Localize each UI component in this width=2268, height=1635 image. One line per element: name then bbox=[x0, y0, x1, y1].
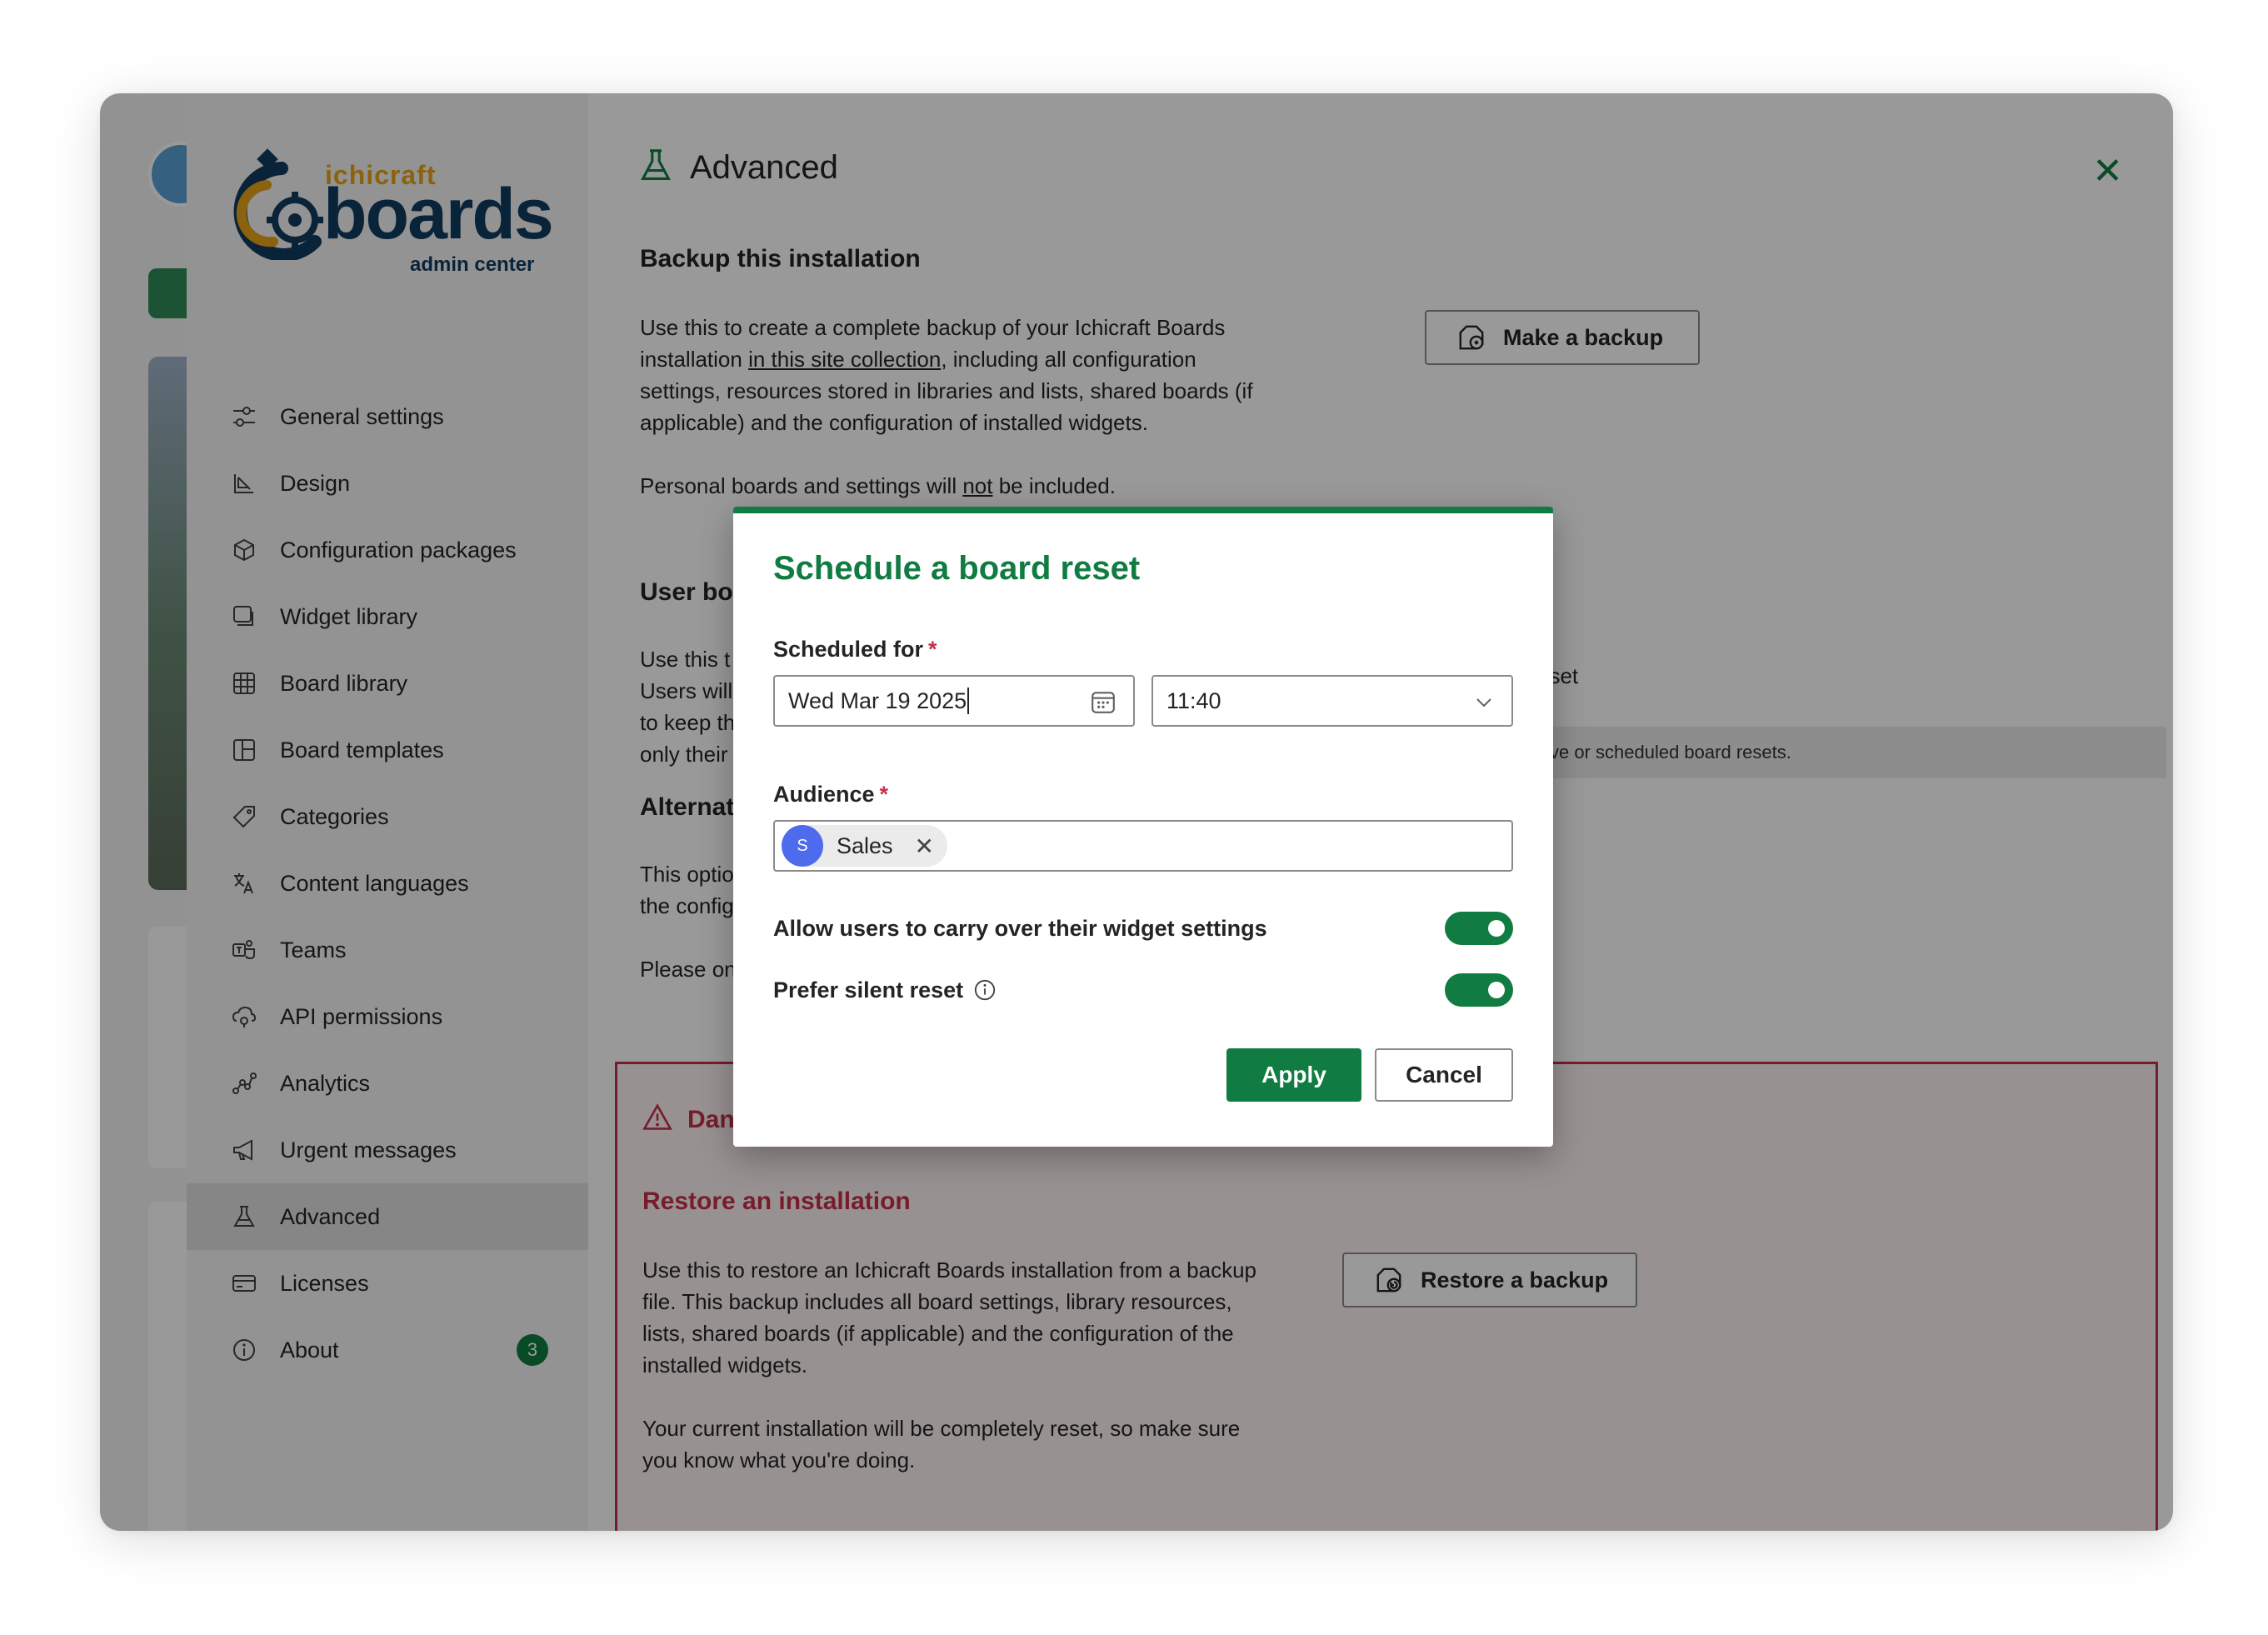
chip-name: Sales bbox=[837, 832, 893, 858]
carry-over-row: Allow users to carry over their widget s… bbox=[773, 910, 1513, 947]
calendar-icon[interactable] bbox=[1090, 688, 1117, 715]
scheduled-for-label: Scheduled for * bbox=[773, 637, 937, 662]
scheduled-for-text: Scheduled for bbox=[773, 637, 924, 662]
toggle-knob bbox=[1488, 920, 1505, 937]
silent-reset-label-wrap: Prefer silent reset bbox=[773, 978, 997, 1003]
required-mark: * bbox=[928, 637, 937, 662]
remove-chip-icon[interactable]: ✕ bbox=[915, 832, 934, 860]
audience-text: Audience bbox=[773, 782, 875, 807]
cancel-button[interactable]: Cancel bbox=[1375, 1048, 1513, 1102]
required-mark: * bbox=[879, 782, 889, 807]
text-caret bbox=[967, 688, 970, 714]
dialog-title: Schedule a board reset bbox=[773, 550, 1141, 587]
chip-avatar: S bbox=[782, 825, 823, 867]
audience-chip: S Sales ✕ bbox=[782, 825, 948, 867]
silent-reset-label: Prefer silent reset bbox=[773, 977, 964, 1002]
toggle-knob bbox=[1488, 982, 1505, 998]
audience-label: Audience * bbox=[773, 782, 888, 808]
date-value: Wed Mar 19 2025 bbox=[788, 688, 967, 713]
info-icon[interactable] bbox=[973, 978, 997, 1002]
time-value: 11:40 bbox=[1166, 688, 1221, 713]
date-input[interactable]: Wed Mar 19 2025 bbox=[773, 675, 1135, 727]
carry-over-label: Allow users to carry over their widget s… bbox=[773, 915, 1267, 941]
apply-button[interactable]: Apply bbox=[1226, 1048, 1361, 1102]
silent-reset-toggle[interactable] bbox=[1445, 973, 1513, 1007]
time-select[interactable]: 11:40 bbox=[1151, 675, 1513, 727]
carry-over-toggle[interactable] bbox=[1445, 912, 1513, 945]
chevron-down-icon bbox=[1473, 692, 1495, 713]
audience-picker[interactable]: S Sales ✕ bbox=[773, 820, 1513, 872]
app-window: ichicraft boards admin center General se… bbox=[100, 93, 2173, 1531]
schedule-reset-dialog: Schedule a board reset Scheduled for * We… bbox=[733, 507, 1553, 1147]
silent-reset-row: Prefer silent reset bbox=[773, 972, 1513, 1008]
